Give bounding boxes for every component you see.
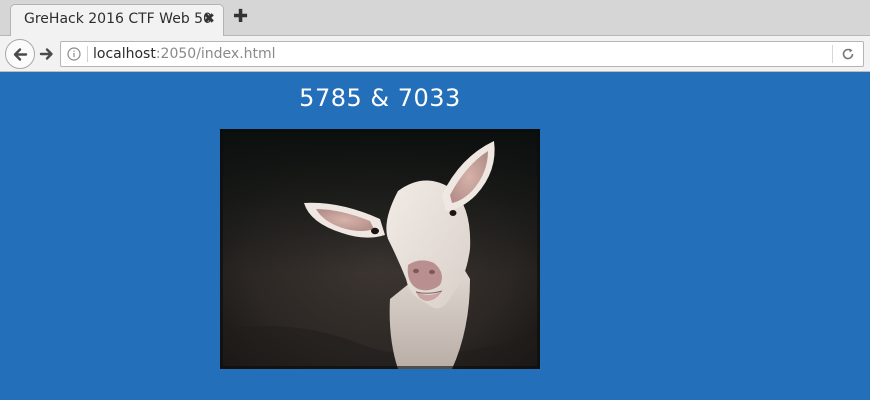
back-arrow-icon — [13, 48, 28, 61]
reload-icon[interactable] — [841, 47, 855, 61]
navigation-bar: localhost:2050/index.html — [0, 36, 870, 72]
close-icon[interactable]: ✖ — [203, 11, 215, 27]
url-text[interactable]: localhost:2050/index.html — [93, 46, 276, 62]
forward-button[interactable] — [36, 43, 58, 65]
browser-tab[interactable]: GreHack 2016 CTF Web 50 ✖ — [10, 4, 224, 37]
goat-photo — [220, 129, 540, 369]
url-separator — [87, 46, 88, 62]
page-heading: 5785 & 7033 — [299, 84, 461, 112]
tab-strip: GreHack 2016 CTF Web 50 ✖ ✚ — [0, 0, 870, 37]
tab-title: GreHack 2016 CTF Web 50 — [24, 11, 212, 27]
url-path: :2050/index.html — [155, 46, 276, 62]
reload-separator — [832, 45, 833, 63]
url-host: localhost — [93, 46, 156, 62]
forward-arrow-icon — [39, 48, 53, 60]
plus-icon[interactable]: ✚ — [233, 6, 248, 27]
back-button[interactable] — [5, 39, 35, 69]
info-icon[interactable] — [67, 47, 81, 61]
url-bar[interactable]: localhost:2050/index.html — [60, 41, 864, 67]
